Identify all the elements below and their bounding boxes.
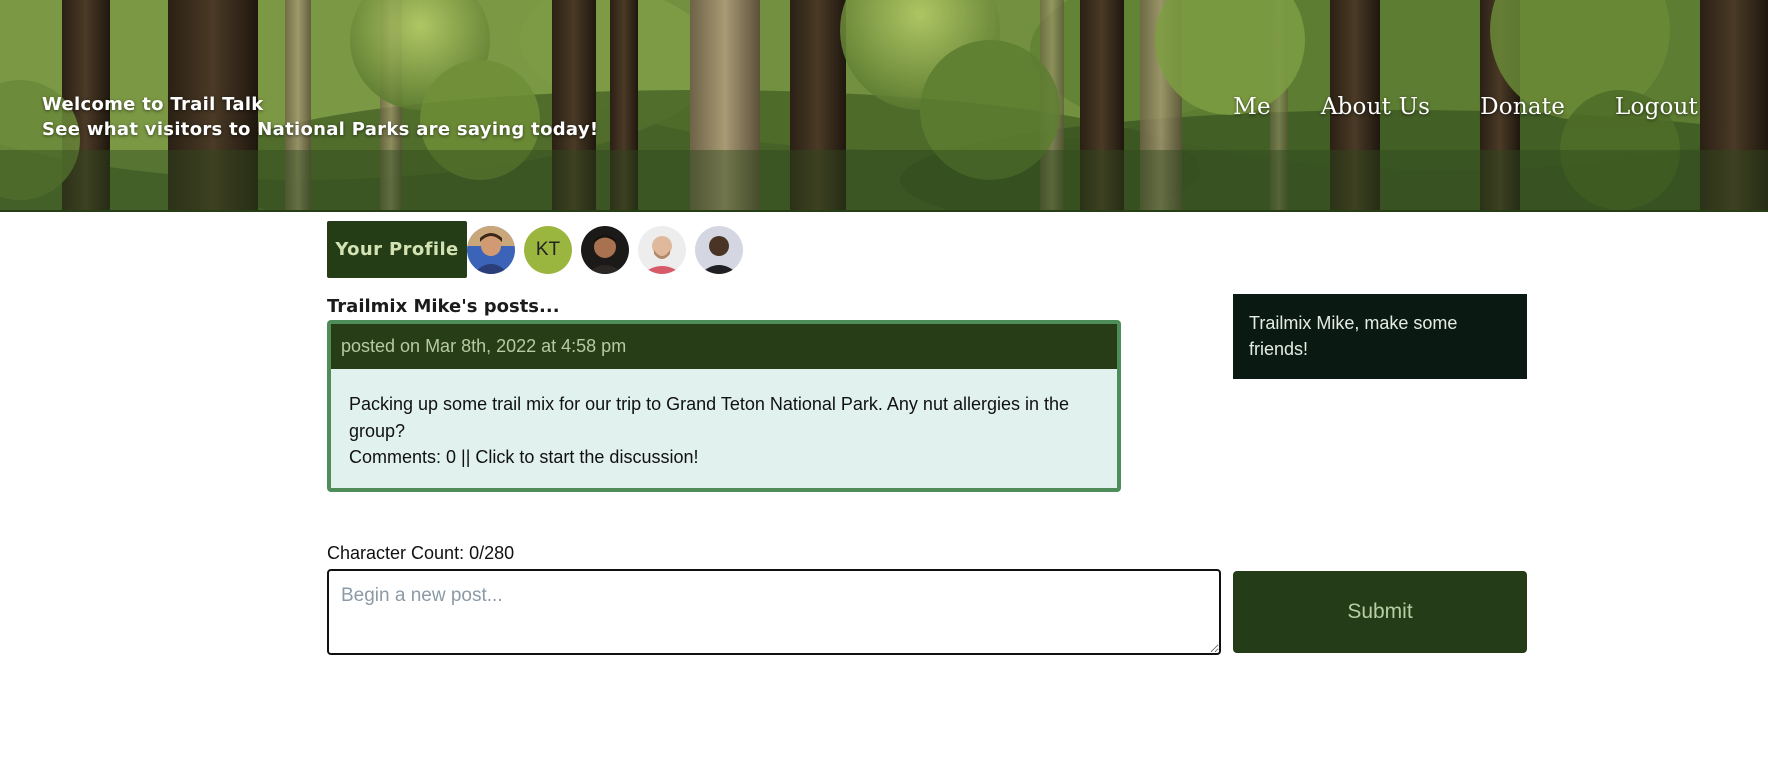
friend-avatar-1[interactable]: [467, 225, 515, 274]
welcome-subtitle: See what visitors to National Parks are …: [42, 119, 599, 140]
nav-link-logout[interactable]: Logout: [1615, 94, 1698, 120]
post-text: Packing up some trail mix for our trip t…: [349, 394, 1070, 441]
post-card[interactable]: posted on Mar 8th, 2022 at 4:58 pm Packi…: [327, 320, 1121, 492]
avatar-photo-icon: [581, 225, 629, 274]
character-count: Character Count: 0/280: [327, 543, 515, 563]
friend-avatar-3[interactable]: [581, 225, 629, 274]
avatar-initials: KT: [535, 238, 561, 260]
nav-link-about-us[interactable]: About Us: [1321, 94, 1430, 120]
friend-avatar-5[interactable]: [695, 225, 743, 274]
avatar-photo-icon: [638, 225, 686, 274]
main-nav: Me About Us Donate Logout: [1233, 94, 1698, 120]
posts-heading: Trailmix Mike's posts...: [327, 296, 560, 317]
post-body: Packing up some trail mix for our trip t…: [331, 369, 1117, 471]
welcome-title: Welcome to Trail Talk: [42, 94, 264, 115]
make-friends-note: Trailmix Mike, make some friends!: [1233, 294, 1527, 379]
submit-button[interactable]: Submit: [1233, 571, 1527, 653]
header-bottom-bar: [0, 210, 1768, 212]
new-post-input[interactable]: [327, 569, 1221, 655]
profile-row: Your Profile KT: [327, 221, 743, 278]
post-date: posted on Mar 8th, 2022 at 4:58 pm: [331, 324, 1117, 369]
friend-avatar-4[interactable]: [638, 225, 686, 274]
avatar-photo-icon: [695, 225, 743, 274]
nav-link-me[interactable]: Me: [1233, 94, 1271, 120]
site-header: Welcome to Trail Talk See what visitors …: [0, 0, 1768, 212]
welcome-text: Welcome to Trail Talk See what visitors …: [42, 92, 598, 142]
your-profile-button[interactable]: Your Profile: [327, 221, 467, 278]
post-comments-link[interactable]: Comments: 0 || Click to start the discus…: [349, 444, 1099, 471]
avatar-photo-icon: [467, 225, 515, 274]
nav-link-donate[interactable]: Donate: [1480, 94, 1565, 120]
friend-avatar-2[interactable]: KT: [524, 225, 572, 274]
